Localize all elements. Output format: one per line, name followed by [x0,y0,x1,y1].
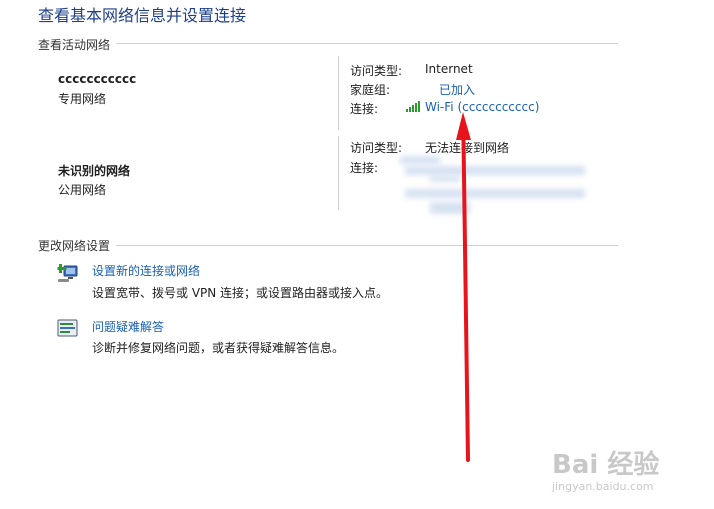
watermark-brand: Bai 经验 [552,450,660,480]
watermark-url: jingyan.baidu.com [552,480,654,493]
annotation-arrow [456,112,471,462]
